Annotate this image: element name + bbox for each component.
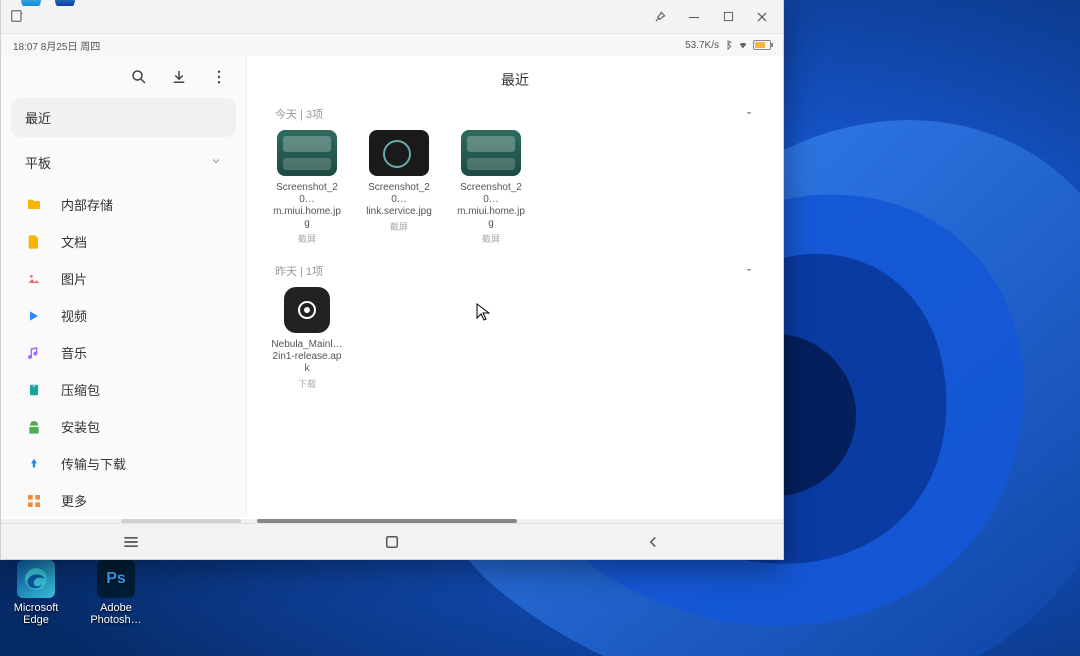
more-icon[interactable] <box>210 68 228 86</box>
sidebar-item-recent[interactable]: 最近 <box>11 98 236 137</box>
sidebar-item-doc[interactable]: 文档 <box>11 223 236 260</box>
background-tab-peek <box>21 0 221 6</box>
statusbar-netspeed: 53.7K/s <box>685 40 719 51</box>
sidebar-item-label: 视频 <box>61 306 87 325</box>
nav-menu-button[interactable] <box>101 532 161 552</box>
file-name: Screenshot_20…m.miui.home.jpg <box>271 182 343 230</box>
sidebar-section-label: 平板 <box>25 153 51 172</box>
page-title: 最近 <box>247 56 783 106</box>
search-icon[interactable] <box>130 68 148 86</box>
file-item[interactable]: Screenshot_20…m.miui.home.jpg 截屏 <box>455 130 527 245</box>
file-tag: 截屏 <box>271 232 343 245</box>
sidebar-item-label: 文档 <box>61 232 87 251</box>
file-tag: 截屏 <box>455 232 527 245</box>
minimize-button[interactable] <box>677 3 711 31</box>
section-header[interactable]: 昨天 | 1项 <box>247 263 783 287</box>
main-panel: 最近 今天 | 3项 Screenshot_20…m.miui.home.jpg 截… <box>246 56 783 517</box>
file-item[interactable]: Nebula_Mainl…2in1-release.apk 下载 <box>271 287 343 390</box>
sidebar-item-label: 更多 <box>61 491 87 510</box>
vid-icon <box>25 307 43 325</box>
download-icon[interactable] <box>170 68 188 86</box>
sidebar-item-vid[interactable]: 视频 <box>11 297 236 334</box>
file-name: Nebula_Mainl…2in1-release.apk <box>271 339 343 375</box>
section-title: 昨天 | 1项 <box>275 263 323 279</box>
file-thumbnail <box>461 130 521 176</box>
file-name: Screenshot_20…m.miui.home.jpg <box>455 182 527 230</box>
apk-icon <box>25 418 43 436</box>
desktop-icon-label: Microsoft Edge <box>6 602 66 626</box>
close-button[interactable] <box>745 3 779 31</box>
sidebar-item-label: 内部存储 <box>61 195 113 214</box>
more-icon <box>25 492 43 510</box>
sidebar-item-label: 图片 <box>61 269 87 288</box>
sidebar-item-dl[interactable]: 传输与下载 <box>11 445 236 482</box>
app-window: 18:07 8月25日 周四 53.7K/s 最近 <box>0 0 784 560</box>
img-icon <box>25 270 43 288</box>
sidebar-item-img[interactable]: 图片 <box>11 260 236 297</box>
bluetooth-icon <box>723 40 733 50</box>
mouse-cursor <box>476 303 490 321</box>
photoshop-icon: Ps <box>97 560 135 598</box>
sidebar-item-label: 音乐 <box>61 343 87 362</box>
sidebar-item-label: 安装包 <box>61 417 100 436</box>
sidebar-item-apk[interactable]: 安装包 <box>11 408 236 445</box>
chevron-down-icon <box>743 264 755 279</box>
file-tag: 截屏 <box>363 220 435 233</box>
pin-button[interactable] <box>643 3 677 31</box>
nav-back-button[interactable] <box>623 533 683 551</box>
desktop-icon-edge[interactable]: Microsoft Edge <box>6 560 66 626</box>
edge-icon <box>17 560 55 598</box>
android-statusbar: 18:07 8月25日 周四 53.7K/s <box>1 34 783 56</box>
sidebar-item-folder[interactable]: 内部存储 <box>11 186 236 223</box>
maximize-button[interactable] <box>711 3 745 31</box>
new-tab-icon[interactable] <box>9 8 27 26</box>
file-item[interactable]: Screenshot_20…link.service.jpg 截屏 <box>363 130 435 245</box>
sidebar-item-label: 压缩包 <box>61 380 100 399</box>
sidebar-item-more[interactable]: 更多 <box>11 482 236 519</box>
sidebar: 最近 平板 内部存储文档图片视频音乐压缩包安装包传输与下载更多 小米云盘 <box>1 56 246 517</box>
section-title: 今天 | 3项 <box>275 106 323 122</box>
file-thumbnail <box>369 130 429 176</box>
sidebar-item-label: 传输与下载 <box>61 454 126 473</box>
sidebar-item-mus[interactable]: 音乐 <box>11 334 236 371</box>
dl-icon <box>25 455 43 473</box>
chevron-down-icon <box>210 155 222 170</box>
desktop-icon-label: Adobe Photosh… <box>86 602 146 626</box>
folder-icon <box>25 196 43 214</box>
file-thumbnail <box>284 287 330 333</box>
wifi-icon <box>737 40 749 50</box>
nav-home-button[interactable] <box>362 533 422 551</box>
file-thumbnail <box>277 130 337 176</box>
file-name: Screenshot_20…link.service.jpg <box>363 182 435 218</box>
statusbar-time: 18:07 8月25日 周四 <box>13 38 100 53</box>
mus-icon <box>25 344 43 362</box>
section-header[interactable]: 今天 | 3项 <box>247 106 783 130</box>
file-item[interactable]: Screenshot_20…m.miui.home.jpg 截屏 <box>271 130 343 245</box>
doc-icon <box>25 233 43 251</box>
android-navbar <box>1 523 783 559</box>
file-tag: 下载 <box>271 377 343 390</box>
chevron-down-icon <box>743 107 755 122</box>
desktop-icon-photoshop[interactable]: Ps Adobe Photosh… <box>86 560 146 626</box>
horizontal-scrollbar[interactable] <box>1 519 783 523</box>
zip-icon <box>25 381 43 399</box>
battery-icon <box>753 40 771 50</box>
sidebar-item-zip[interactable]: 压缩包 <box>11 371 236 408</box>
sidebar-section-tablet[interactable]: 平板 <box>11 143 236 182</box>
